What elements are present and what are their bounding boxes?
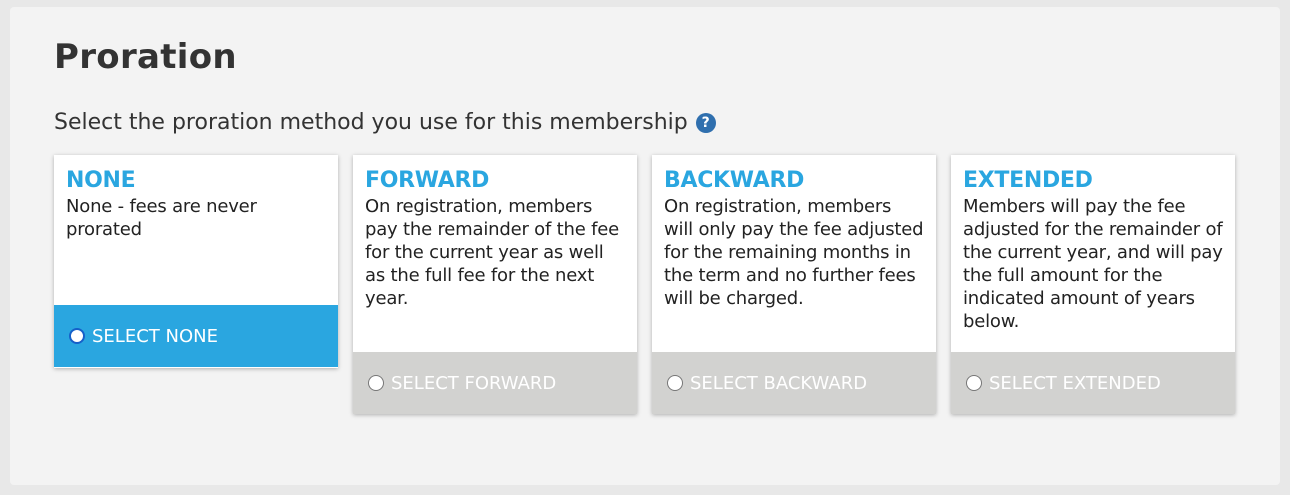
- option-title: BACKWARD: [664, 168, 805, 193]
- proration-panel: Proration Select the proration method yo…: [10, 7, 1280, 485]
- radio-backward[interactable]: [667, 375, 683, 391]
- select-backward-button[interactable]: SELECT BACKWARD: [652, 352, 936, 414]
- option-title: EXTENDED: [963, 168, 1093, 193]
- question-circle-icon[interactable]: ?: [695, 112, 716, 133]
- option-card-extended[interactable]: EXTENDED Members will pay the fee adjust…: [951, 155, 1235, 414]
- option-description: On registration, members will only pay t…: [664, 196, 924, 309]
- select-label: SELECT BACKWARD: [690, 372, 868, 394]
- option-card-none[interactable]: NONE None - fees are never prorated SELE…: [54, 155, 338, 368]
- radio-extended[interactable]: [966, 375, 982, 391]
- option-card-backward[interactable]: BACKWARD On registration, members will o…: [652, 155, 936, 414]
- option-description: Members will pay the fee adjusted for th…: [963, 196, 1223, 332]
- page-title: Proration: [54, 37, 237, 77]
- subtitle-text: Select the proration method you use for …: [54, 110, 688, 135]
- option-description: None - fees are never prorated: [66, 196, 257, 240]
- select-extended-button[interactable]: SELECT EXTENDED: [951, 352, 1235, 414]
- select-label: SELECT EXTENDED: [989, 372, 1161, 394]
- select-none-button[interactable]: SELECT NONE: [54, 305, 338, 367]
- radio-forward[interactable]: [368, 375, 384, 391]
- select-forward-button[interactable]: SELECT FORWARD: [353, 352, 637, 414]
- select-label: SELECT NONE: [92, 325, 218, 347]
- radio-none[interactable]: [69, 328, 85, 344]
- select-label: SELECT FORWARD: [391, 372, 557, 394]
- option-title: FORWARD: [365, 168, 490, 193]
- option-description: On registration, members pay the remaind…: [365, 196, 619, 309]
- option-card-forward[interactable]: FORWARD On registration, members pay the…: [353, 155, 637, 414]
- option-title: NONE: [66, 168, 136, 193]
- proration-instructions: Select the proration method you use for …: [54, 110, 716, 135]
